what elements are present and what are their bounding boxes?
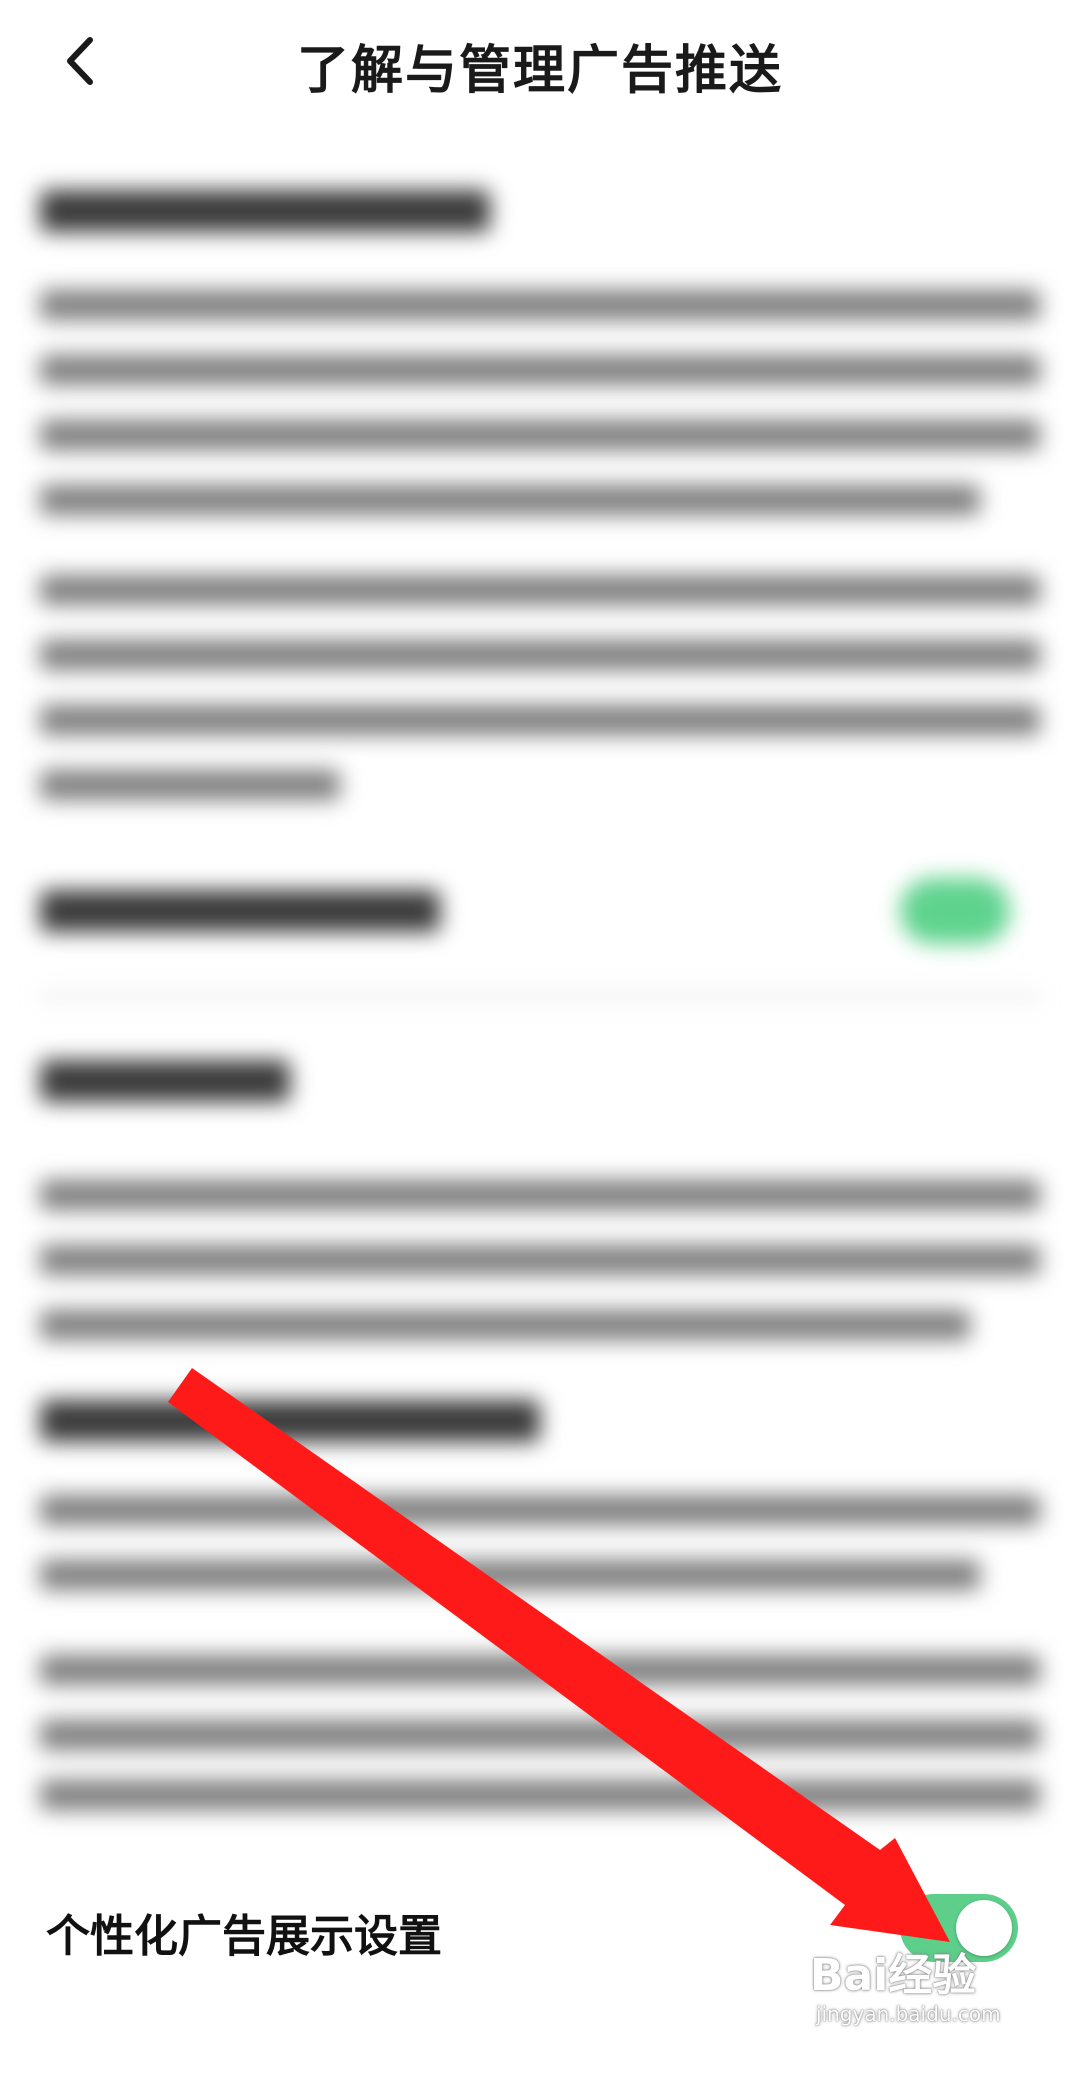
page-title: 了解与管理广告推送 — [296, 42, 783, 100]
setting-label: 个性化广告展示设置 — [46, 1912, 442, 1961]
watermark-sub: jingyan.baidu.com — [816, 2002, 1001, 2026]
top-bar: 了解与管理广告推送 — [0, 0, 1080, 140]
baidu-jingyan-watermark: Bai经验 jingyan.baidu.com — [810, 1950, 1060, 2060]
watermark-main: Bai经验 — [810, 1950, 977, 2001]
blurred-content — [0, 150, 1080, 1810]
toggle-knob — [956, 1900, 1012, 1956]
